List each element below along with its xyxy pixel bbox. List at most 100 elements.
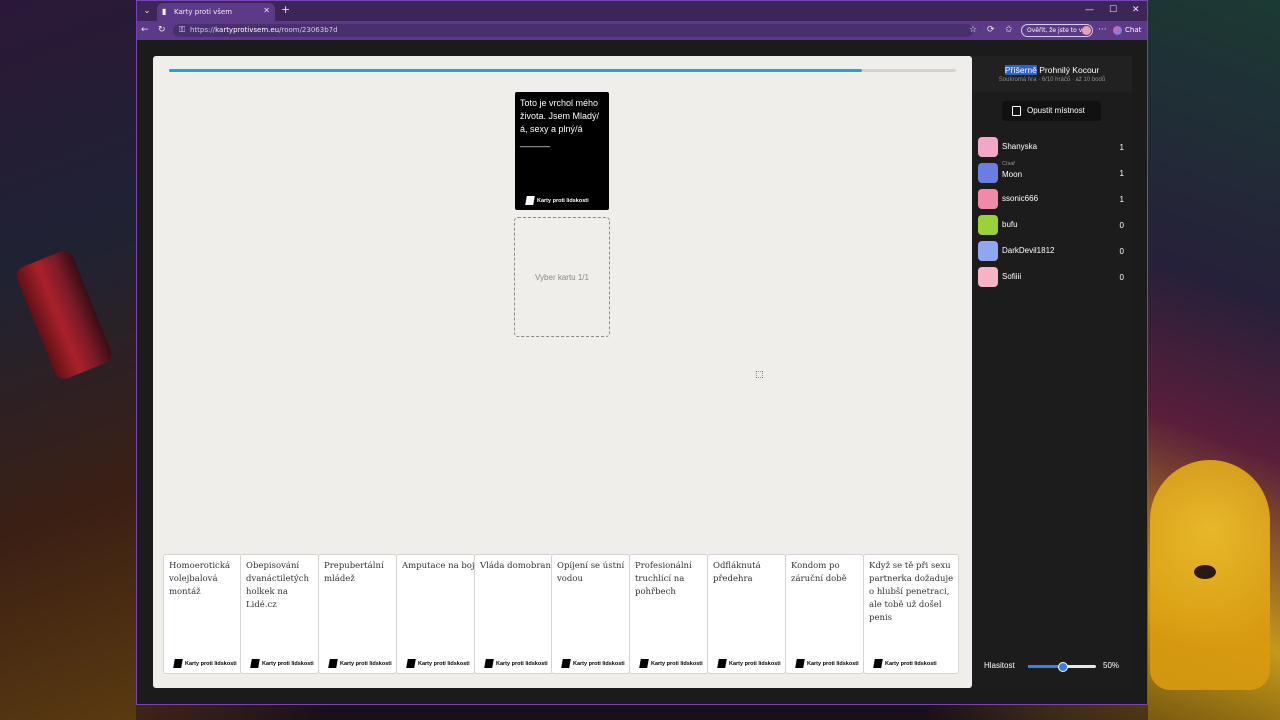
player-avatar (978, 163, 998, 183)
volume-slider[interactable] (1028, 662, 1096, 672)
player-name: bufu (1002, 220, 1018, 229)
copilot-icon (1113, 25, 1122, 35)
player-row: Shanyska 1 (978, 137, 1128, 159)
card-brand-logo: Karty proti lidskosti (484, 659, 548, 668)
window-close-icon[interactable]: ✕ (1132, 4, 1140, 16)
player-score: 1 (1119, 195, 1124, 204)
volume-value: 50% (1103, 661, 1120, 670)
card-logo-icon (406, 659, 416, 668)
favorites-icon[interactable]: ✩ (1005, 24, 1013, 37)
profile-verify-button[interactable]: Ověřit, že jste to vy (1021, 24, 1093, 37)
card-logo-icon (250, 659, 260, 668)
player-avatar (978, 215, 998, 235)
player-score: 1 (1119, 143, 1124, 152)
round-timer-progress (169, 69, 956, 72)
volume-control: Hlasitost 50% (972, 656, 1132, 676)
new-tab-icon[interactable]: + (281, 4, 290, 16)
back-arrow-icon[interactable]: ← (141, 24, 149, 37)
tab-title: Karty proti všem (174, 8, 233, 16)
card-logo-icon (484, 659, 494, 668)
minimize-icon[interactable]: — (1085, 4, 1094, 16)
url-text: https://kartyprotivsem.eu/room/23063b7d (190, 26, 338, 34)
slot-label: Vyber kartu 1/1 (535, 273, 589, 282)
white-answer-card[interactable]: Vláda domobrany Karty proti lidskosti (474, 554, 553, 674)
browser-window: ⌄ ▮ Karty proti všem ✕ + — ☐ ✕ ← ↻ ⚿ htt… (136, 0, 1148, 705)
card-logo-icon (173, 659, 183, 668)
address-bar[interactable]: ⚿ https://kartyprotivsem.eu/room/23063b7… (173, 24, 973, 37)
tab-close-icon[interactable]: ✕ (263, 6, 270, 15)
player-row: Sofiiii 0 (978, 267, 1128, 289)
card-logo-icon (328, 659, 338, 668)
white-answer-card[interactable]: Prepubertální mládež Karty proti lidskost… (318, 554, 397, 674)
room-info: Soukromá hra · 6/10 hráčů · až 10 bodů (998, 77, 1106, 83)
player-avatar (978, 189, 998, 209)
player-score: 0 (1119, 247, 1124, 256)
player-score: 0 (1119, 221, 1124, 230)
answer-text: Opíjení se ústní vodou (557, 561, 625, 584)
answer-drop-slot[interactable]: Vyber kartu 1/1 (514, 217, 610, 337)
white-answer-card[interactable]: Profesionální truchlící na pohřbech Karty… (629, 554, 708, 674)
card-logo-icon (639, 659, 649, 668)
card-brand-logo: Karty proti lidskosti (639, 659, 703, 668)
navigation-bar: ← ↻ ⚿ https://kartyprotivsem.eu/room/230… (137, 21, 1147, 40)
answer-text: Když se tě při sexu partnerka dožaduje o… (869, 561, 954, 623)
answer-text: Vláda domobrany (480, 561, 553, 571)
player-name: Sofiiii (1002, 272, 1022, 281)
tab-list-chevron-icon[interactable]: ⌄ (140, 4, 154, 18)
white-answer-card[interactable]: Homoerotická volejbalová montáž Karty pro… (163, 554, 242, 674)
favorite-star-icon[interactable]: ☆ (969, 24, 977, 37)
site-favicon-icon: ▮ (162, 7, 167, 16)
white-answer-card[interactable]: Obepisování dvanáctiletých holkek na Lid… (240, 554, 319, 674)
white-answer-card[interactable]: Kondom po záruční době Karty proti lidsko… (785, 554, 864, 674)
card-logo-icon (717, 659, 727, 668)
tab-bar: ⌄ ▮ Karty proti všem ✕ + — ☐ ✕ (137, 1, 1147, 21)
white-answer-card[interactable]: Opíjení se ústní vodou Karty proti lidsko… (551, 554, 630, 674)
player-row: DarkDevil1812 0 (978, 241, 1128, 263)
wallpaper-pikachu-eye (1194, 565, 1216, 579)
volume-slider-fill (1028, 665, 1062, 668)
card-logo-icon (873, 659, 883, 668)
card-logo-icon (795, 659, 805, 668)
page-viewport: Toto je vrchol mého života. Jsem Mladý/á… (137, 40, 1147, 704)
czar-label: Císař (1002, 161, 1016, 167)
chat-button[interactable]: Chat (1113, 24, 1141, 37)
card-brand-logo: Karty proti lidskosti (717, 659, 781, 668)
exit-door-icon (1012, 106, 1021, 116)
question-text: Toto je vrchol mého života. Jsem Mladý/á… (520, 98, 600, 147)
answer-text: Amputace na bojišti (402, 561, 475, 571)
volume-slider-handle[interactable] (1058, 662, 1068, 672)
card-logo-icon (525, 196, 535, 205)
player-row: ssonic666 1 (978, 189, 1128, 211)
white-answer-card[interactable]: Když se tě při sexu partnerka dožaduje o… (863, 554, 959, 674)
card-brand-logo: Karty proti lidskosti (561, 659, 625, 668)
player-score: 0 (1119, 273, 1124, 282)
answer-text: Profesionální truchlící na pohřbech (635, 561, 692, 597)
answer-text: Homoerotická volejbalová montáž (169, 561, 231, 597)
player-row: Císař Moon 1 (978, 161, 1128, 185)
more-menu-icon[interactable]: ··· (1098, 24, 1107, 37)
extension-icon[interactable]: ⟳ (987, 24, 995, 37)
tab-active[interactable]: ▮ Karty proti všem ✕ (157, 3, 275, 21)
maximize-icon[interactable]: ☐ (1109, 4, 1117, 16)
sidebar: Příšerně Prohnilý Kocour Soukromá hra · … (972, 56, 1132, 688)
player-name: Shanyska (1002, 142, 1038, 151)
card-brand-logo: Karty proti lidskosti (173, 659, 237, 668)
card-logo-icon (561, 659, 571, 668)
reload-icon[interactable]: ↻ (158, 24, 166, 37)
lock-icon: ⚿ (179, 25, 186, 34)
card-brand-logo: Karty proti lidskosti (525, 196, 589, 205)
player-avatar (978, 241, 998, 261)
player-hand: Homoerotická volejbalová montáž Karty pro… (163, 554, 960, 676)
round-timer-fill (169, 69, 862, 72)
player-name: ssonic666 (1002, 194, 1039, 203)
answer-text: Obepisování dvanáctiletých holkek na Lid… (246, 561, 309, 610)
leave-room-button[interactable]: Opustit místnost (1002, 101, 1101, 121)
card-brand-logo: Karty proti lidskosti (795, 659, 859, 668)
white-answer-card[interactable]: Odfláknutá předehra Karty proti lidskosti (707, 554, 786, 674)
player-row: bufu 0 (978, 215, 1128, 237)
answer-text: Kondom po záruční době (791, 561, 847, 584)
white-answer-card[interactable]: Amputace na bojišti Karty proti lidskosti (396, 554, 475, 674)
card-brand-logo: Karty proti lidskosti (873, 659, 937, 668)
card-brand-logo: Karty proti lidskosti (406, 659, 470, 668)
volume-label: Hlasitost (984, 661, 1015, 670)
